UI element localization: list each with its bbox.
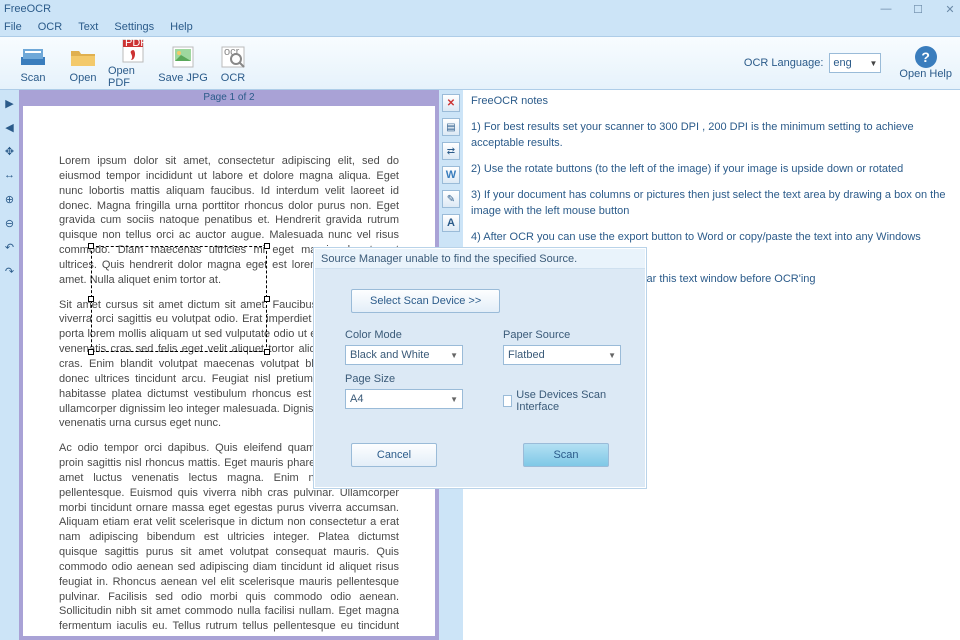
selection-handle[interactable]	[88, 243, 94, 249]
color-mode-label: Color Mode	[345, 329, 463, 341]
arrow-right-icon[interactable]: ▶	[3, 96, 17, 110]
use-device-checkbox[interactable]	[503, 395, 512, 407]
zoom-in-icon[interactable]: ⊕	[3, 192, 17, 206]
paper-source-select[interactable]: Flatbed▼	[503, 345, 621, 365]
ocr-page-button[interactable]: ▤	[442, 118, 460, 136]
scan-button[interactable]: Scan	[8, 38, 58, 88]
help-icon: ?	[915, 46, 937, 68]
close-button[interactable]: ✕	[944, 3, 956, 15]
menu-text[interactable]: Text	[78, 21, 98, 33]
chevron-down-icon: ▼	[450, 351, 458, 360]
open-pdf-button[interactable]: PDF Open PDF	[108, 38, 158, 88]
menu-ocr[interactable]: OCR	[38, 21, 62, 33]
ocr-all-button[interactable]: ⇄	[442, 142, 460, 160]
notes-line: 2) Use the rotate buttons (to the left o…	[471, 162, 952, 178]
selection-handle[interactable]	[88, 296, 94, 302]
rotate-ccw-icon[interactable]: ↶	[3, 240, 17, 254]
window-title: FreeOCR	[4, 3, 880, 15]
save-jpg-button[interactable]: Save JPG	[158, 38, 208, 88]
page-size-label: Page Size	[345, 373, 463, 385]
rotate-cw-icon[interactable]: ↷	[3, 264, 17, 278]
selection-handle[interactable]	[264, 243, 270, 249]
chevron-down-icon: ▼	[869, 59, 877, 68]
minimize-button[interactable]: —	[880, 3, 892, 15]
notes-title: FreeOCR notes	[471, 94, 952, 110]
ocr-button[interactable]: ocr OCR	[208, 38, 258, 88]
menu-settings[interactable]: Settings	[114, 21, 154, 33]
selection-handle[interactable]	[88, 349, 94, 355]
cancel-button[interactable]: Cancel	[351, 443, 437, 467]
selection-handle[interactable]	[264, 296, 270, 302]
menu-file[interactable]: File	[4, 21, 22, 33]
lang-label: OCR Language:	[744, 57, 824, 69]
pdf-icon: PDF	[119, 38, 147, 64]
clear-text-button[interactable]: ✕	[442, 94, 460, 112]
selection-handle[interactable]	[264, 349, 270, 355]
lang-select[interactable]: eng▼	[829, 53, 881, 73]
scan-confirm-button[interactable]: Scan	[523, 443, 609, 467]
chevron-down-icon: ▼	[608, 351, 616, 360]
ocr-icon: ocr	[219, 43, 247, 71]
notes-line: 1) For best results set your scanner to …	[471, 120, 952, 152]
open-button[interactable]: Open	[58, 38, 108, 88]
scan-dialog: Source Manager unable to find the specif…	[314, 248, 646, 488]
image-icon	[169, 43, 197, 71]
arrow-left-icon[interactable]: ◀	[3, 120, 17, 134]
page-size-select[interactable]: A4▼	[345, 389, 463, 409]
font-button[interactable]: A	[442, 214, 460, 232]
notes-line: 3) If your document has columns or pictu…	[471, 188, 952, 220]
page-header: Page 1 of 2	[19, 90, 439, 106]
export-word-button[interactable]: W	[442, 166, 460, 184]
color-mode-select[interactable]: Black and White▼	[345, 345, 463, 365]
dialog-message: Source Manager unable to find the specif…	[315, 249, 645, 269]
select-scan-device-button[interactable]: Select Scan Device >>	[351, 289, 500, 313]
export-rtf-button[interactable]: ✎	[442, 190, 460, 208]
move-icon[interactable]: ✥	[3, 144, 17, 158]
resize-icon[interactable]: ↔	[3, 168, 17, 182]
selection-box[interactable]	[91, 246, 267, 352]
scanner-icon	[19, 43, 47, 71]
paper-source-label: Paper Source	[503, 329, 621, 341]
svg-text:PDF: PDF	[125, 38, 145, 49]
maximize-button[interactable]: ☐	[912, 3, 924, 15]
chevron-down-icon: ▼	[450, 395, 458, 404]
folder-icon	[69, 43, 97, 71]
menu-help[interactable]: Help	[170, 21, 193, 33]
zoom-out-icon[interactable]: ⊖	[3, 216, 17, 230]
use-device-label: Use Devices Scan Interface	[516, 389, 615, 413]
open-help-button[interactable]: ? Open Help	[899, 46, 952, 80]
